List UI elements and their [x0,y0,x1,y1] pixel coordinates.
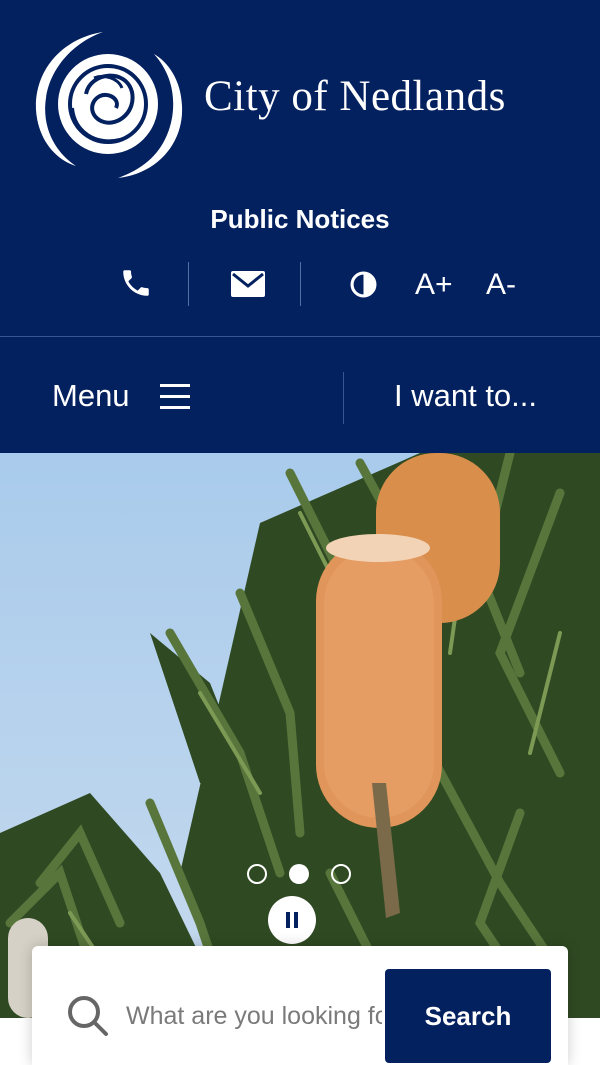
decrease-font-button[interactable]: A- [486,268,516,302]
envelope-icon[interactable] [231,271,265,297]
slideshow-pause-button[interactable] [268,896,316,944]
utility-toolbar: A+ A- [0,258,600,310]
menu-button[interactable]: Menu [52,378,130,414]
hamburger-icon[interactable] [160,383,192,411]
search-icon [68,996,108,1036]
slide-indicator-2[interactable] [289,864,309,884]
slide-indicator-3[interactable] [331,864,351,884]
site-header: City of Nedlands Public Notices A+ A- Me… [0,0,600,453]
search-button[interactable]: Search [385,969,551,1063]
toolbar-divider [300,262,301,306]
increase-font-button[interactable]: A+ [415,268,453,302]
search-input[interactable] [126,994,382,1038]
search-panel: Search [32,946,568,1065]
header-divider [0,336,600,337]
contrast-icon[interactable] [350,271,377,298]
public-notices-link[interactable]: Public Notices [0,204,600,235]
pause-icon [286,912,298,928]
phone-icon[interactable] [119,266,153,300]
site-name[interactable]: City of Nedlands [204,72,506,121]
nav-divider [343,372,344,424]
slide-indicator-1[interactable] [247,864,267,884]
i-want-to-button[interactable]: I want to... [394,378,537,414]
city-logo-icon[interactable] [28,28,190,183]
toolbar-divider [188,262,189,306]
